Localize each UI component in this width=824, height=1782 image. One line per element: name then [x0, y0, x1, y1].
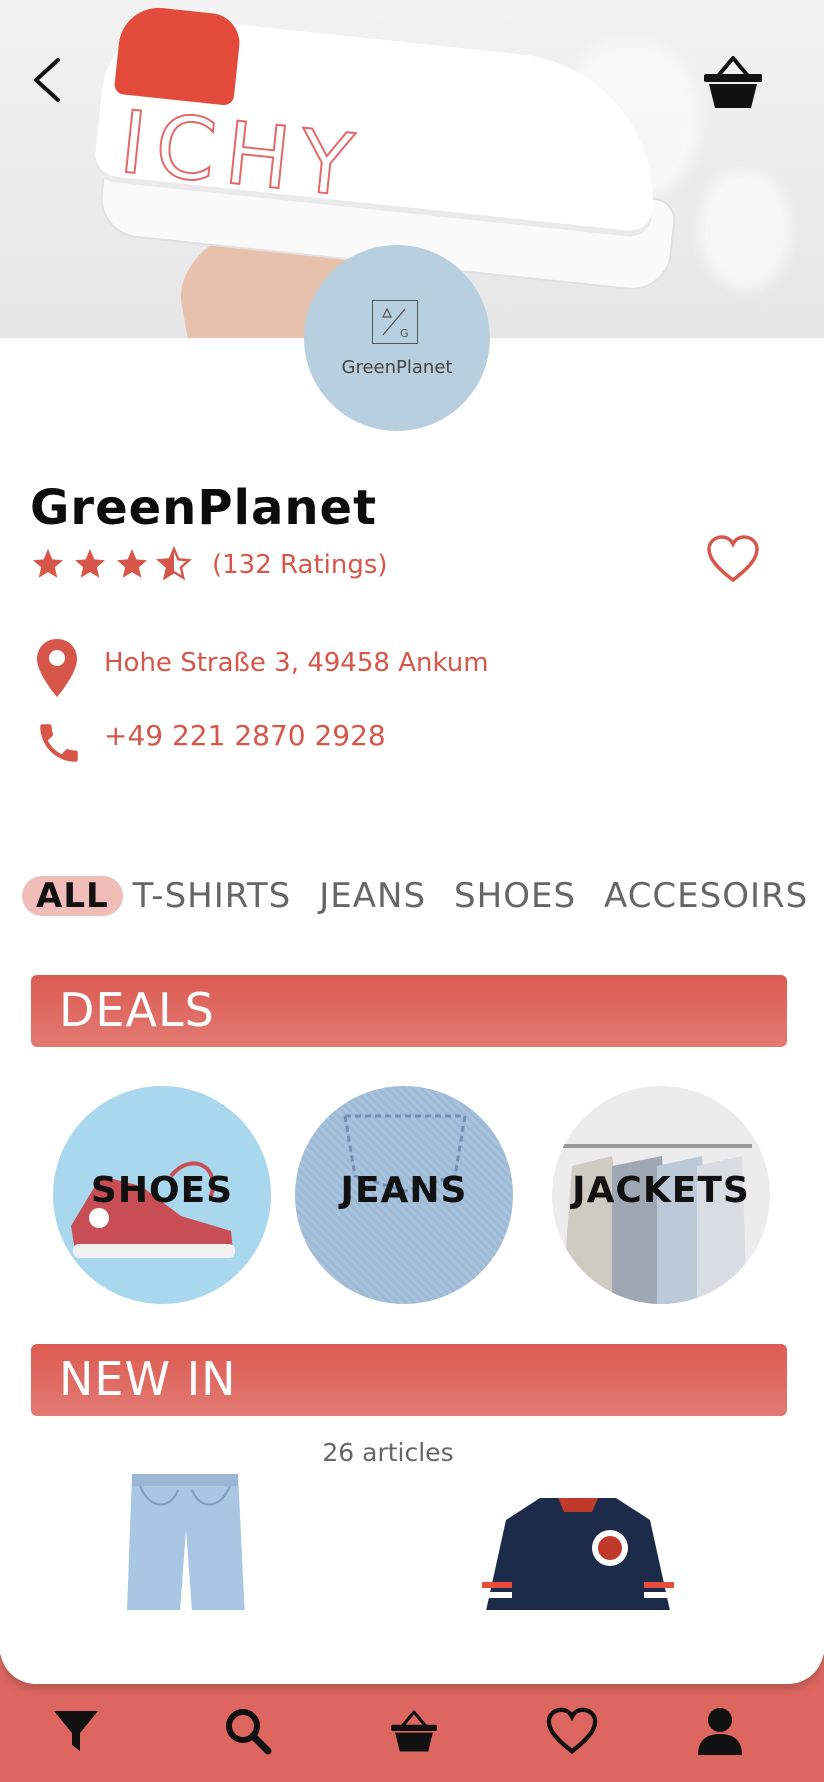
deals-title: DEALS	[59, 983, 215, 1037]
new-in-header: NEW IN	[31, 1344, 787, 1416]
deal-jackets[interactable]: JACKETS	[552, 1086, 770, 1304]
star-icon	[75, 549, 105, 578]
back-button[interactable]	[26, 52, 74, 108]
location-pin-icon	[37, 639, 77, 697]
content-card-edge	[0, 1610, 824, 1684]
deal-jackets-label: JACKETS	[572, 1170, 750, 1211]
cart-button[interactable]	[700, 52, 766, 112]
deals-header: DEALS	[31, 975, 787, 1047]
category-tabs: ALL T-SHIRTS JEANS SHOES ACCESOIRS	[22, 875, 808, 917]
filter-icon	[54, 1711, 98, 1751]
shop-name: GreenPlanet	[30, 480, 378, 536]
heart-icon	[546, 1707, 598, 1754]
rating-stars	[30, 546, 192, 582]
nav-basket[interactable]	[388, 1705, 440, 1757]
ratings-count: (132 Ratings)	[212, 550, 388, 580]
basket-icon	[704, 56, 762, 108]
logo-mark-icon: G	[372, 300, 418, 344]
svg-text:G: G	[400, 327, 409, 340]
star-icon	[117, 549, 147, 578]
chevron-left-icon	[34, 58, 60, 102]
logo-text: GreenPlanet	[341, 357, 453, 378]
tab-all[interactable]: ALL	[22, 876, 123, 916]
tab-t-shirts[interactable]: T-SHIRTS	[133, 876, 292, 916]
star-icon	[33, 549, 63, 578]
nav-search[interactable]	[222, 1705, 274, 1757]
nav-favorites[interactable]	[546, 1705, 598, 1757]
favorite-button[interactable]	[706, 534, 760, 584]
star-half-icon	[156, 546, 192, 581]
tab-accesoirs[interactable]: ACCESOIRS	[604, 876, 808, 916]
deal-jeans[interactable]: JEANS	[295, 1086, 513, 1304]
deal-shoes-label: SHOES	[90, 1170, 234, 1211]
heart-outline-icon	[707, 535, 759, 583]
phone-icon	[40, 724, 78, 762]
shoe-heel	[113, 3, 243, 107]
tab-jeans[interactable]: JEANS	[319, 876, 426, 916]
basket-icon	[391, 1710, 437, 1752]
nav-profile[interactable]	[694, 1705, 746, 1757]
new-in-title: NEW IN	[59, 1352, 237, 1406]
jackets-rack-image	[562, 1144, 752, 1304]
deal-shoes[interactable]: SHOES	[53, 1086, 271, 1304]
deal-jeans-label: JEANS	[340, 1170, 468, 1211]
articles-count: 26 articles	[322, 1438, 454, 1467]
shop-phone[interactable]: +49 221 2870 2928	[104, 719, 386, 752]
shop-address[interactable]: Hohe Straße 3, 49458 Ankum	[104, 648, 489, 678]
tab-shoes[interactable]: SHOES	[454, 876, 576, 916]
user-icon	[698, 1708, 742, 1755]
shop-logo: G GreenPlanet	[304, 245, 490, 431]
search-icon	[226, 1709, 272, 1755]
nav-filter[interactable]	[50, 1705, 102, 1757]
